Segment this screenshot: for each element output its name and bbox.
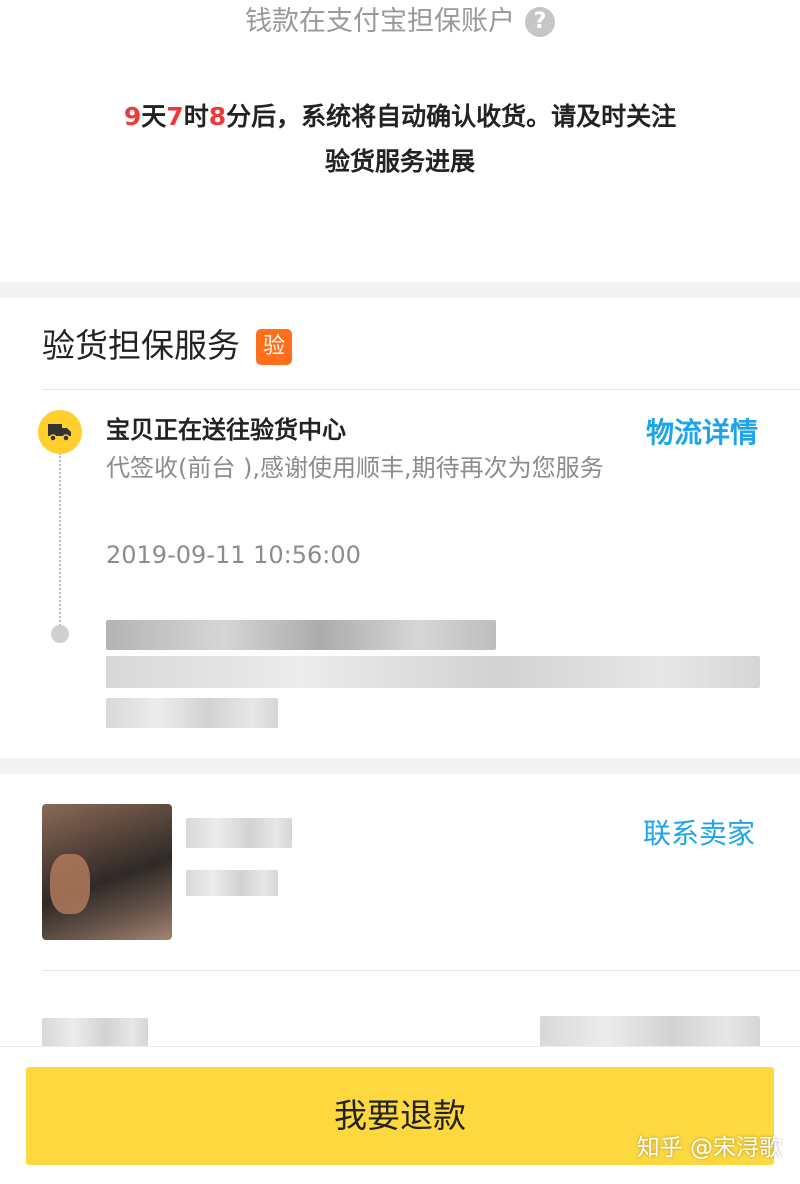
divider <box>42 970 800 971</box>
escrow-notice: 钱款在支付宝担保账户? 9天7时8分后，系统将自动确认收货。请及时关注 验货服务… <box>0 0 800 282</box>
logistics-event-description: 代签收(前台 ),感谢使用顺丰,期待再次为您服务 <box>106 454 604 482</box>
section-gap <box>0 758 800 774</box>
countdown-days: 9 <box>123 102 142 131</box>
countdown-minutes: 8 <box>208 102 227 131</box>
redacted-text <box>106 656 760 688</box>
inspection-service-card: 验货担保服务验 宝贝正在送往验货中心 物流详情 代签收(前台 ),感谢使用顺丰,… <box>0 298 800 758</box>
watermark: 知乎 @宋浔歌 <box>636 1135 782 1161</box>
countdown-days-unit: 天 <box>141 102 167 131</box>
redacted-seller-name <box>186 818 292 848</box>
bottom-action-bar: 我要退款 知乎 @宋浔歌 <box>0 1046 800 1184</box>
timeline-connector <box>59 453 61 633</box>
inspection-title-text: 验货担保服务 <box>42 326 240 365</box>
inspection-service-title: 验货担保服务验 <box>42 326 292 366</box>
seller-card: 联系卖家 <box>0 774 800 1048</box>
divider <box>42 389 800 390</box>
logistics-event-time: 2019-09-11 10:56:00 <box>106 541 361 569</box>
auto-confirm-countdown: 9天7时8分后，系统将自动确认收货。请及时关注 验货服务进展 <box>80 94 720 184</box>
contact-seller-link[interactable]: 联系卖家 <box>643 814 755 854</box>
countdown-message-line2: 验货服务进展 <box>324 147 475 176</box>
redacted-text <box>106 698 278 728</box>
redacted-seller-info <box>186 870 278 896</box>
redacted-text <box>106 620 496 650</box>
countdown-hours-unit: 时 <box>183 102 209 131</box>
redacted-text <box>540 1016 760 1048</box>
logistics-event-title: 宝贝正在送往验货中心 <box>106 416 346 444</box>
countdown-message: 分后，系统将自动确认收货。请及时关注 <box>226 102 677 131</box>
escrow-text: 钱款在支付宝担保账户 <box>245 6 515 37</box>
logistics-detail-link[interactable]: 物流详情 <box>646 413 758 453</box>
truck-icon <box>38 410 82 454</box>
escrow-status: 钱款在支付宝担保账户? <box>0 4 800 40</box>
seller-avatar[interactable] <box>42 804 172 940</box>
countdown-hours: 7 <box>166 102 184 131</box>
section-gap <box>0 282 800 298</box>
redacted-text <box>42 1018 148 1048</box>
help-icon[interactable]: ? <box>525 7 555 37</box>
timeline-dot <box>51 625 69 643</box>
inspection-badge: 验 <box>256 329 292 365</box>
